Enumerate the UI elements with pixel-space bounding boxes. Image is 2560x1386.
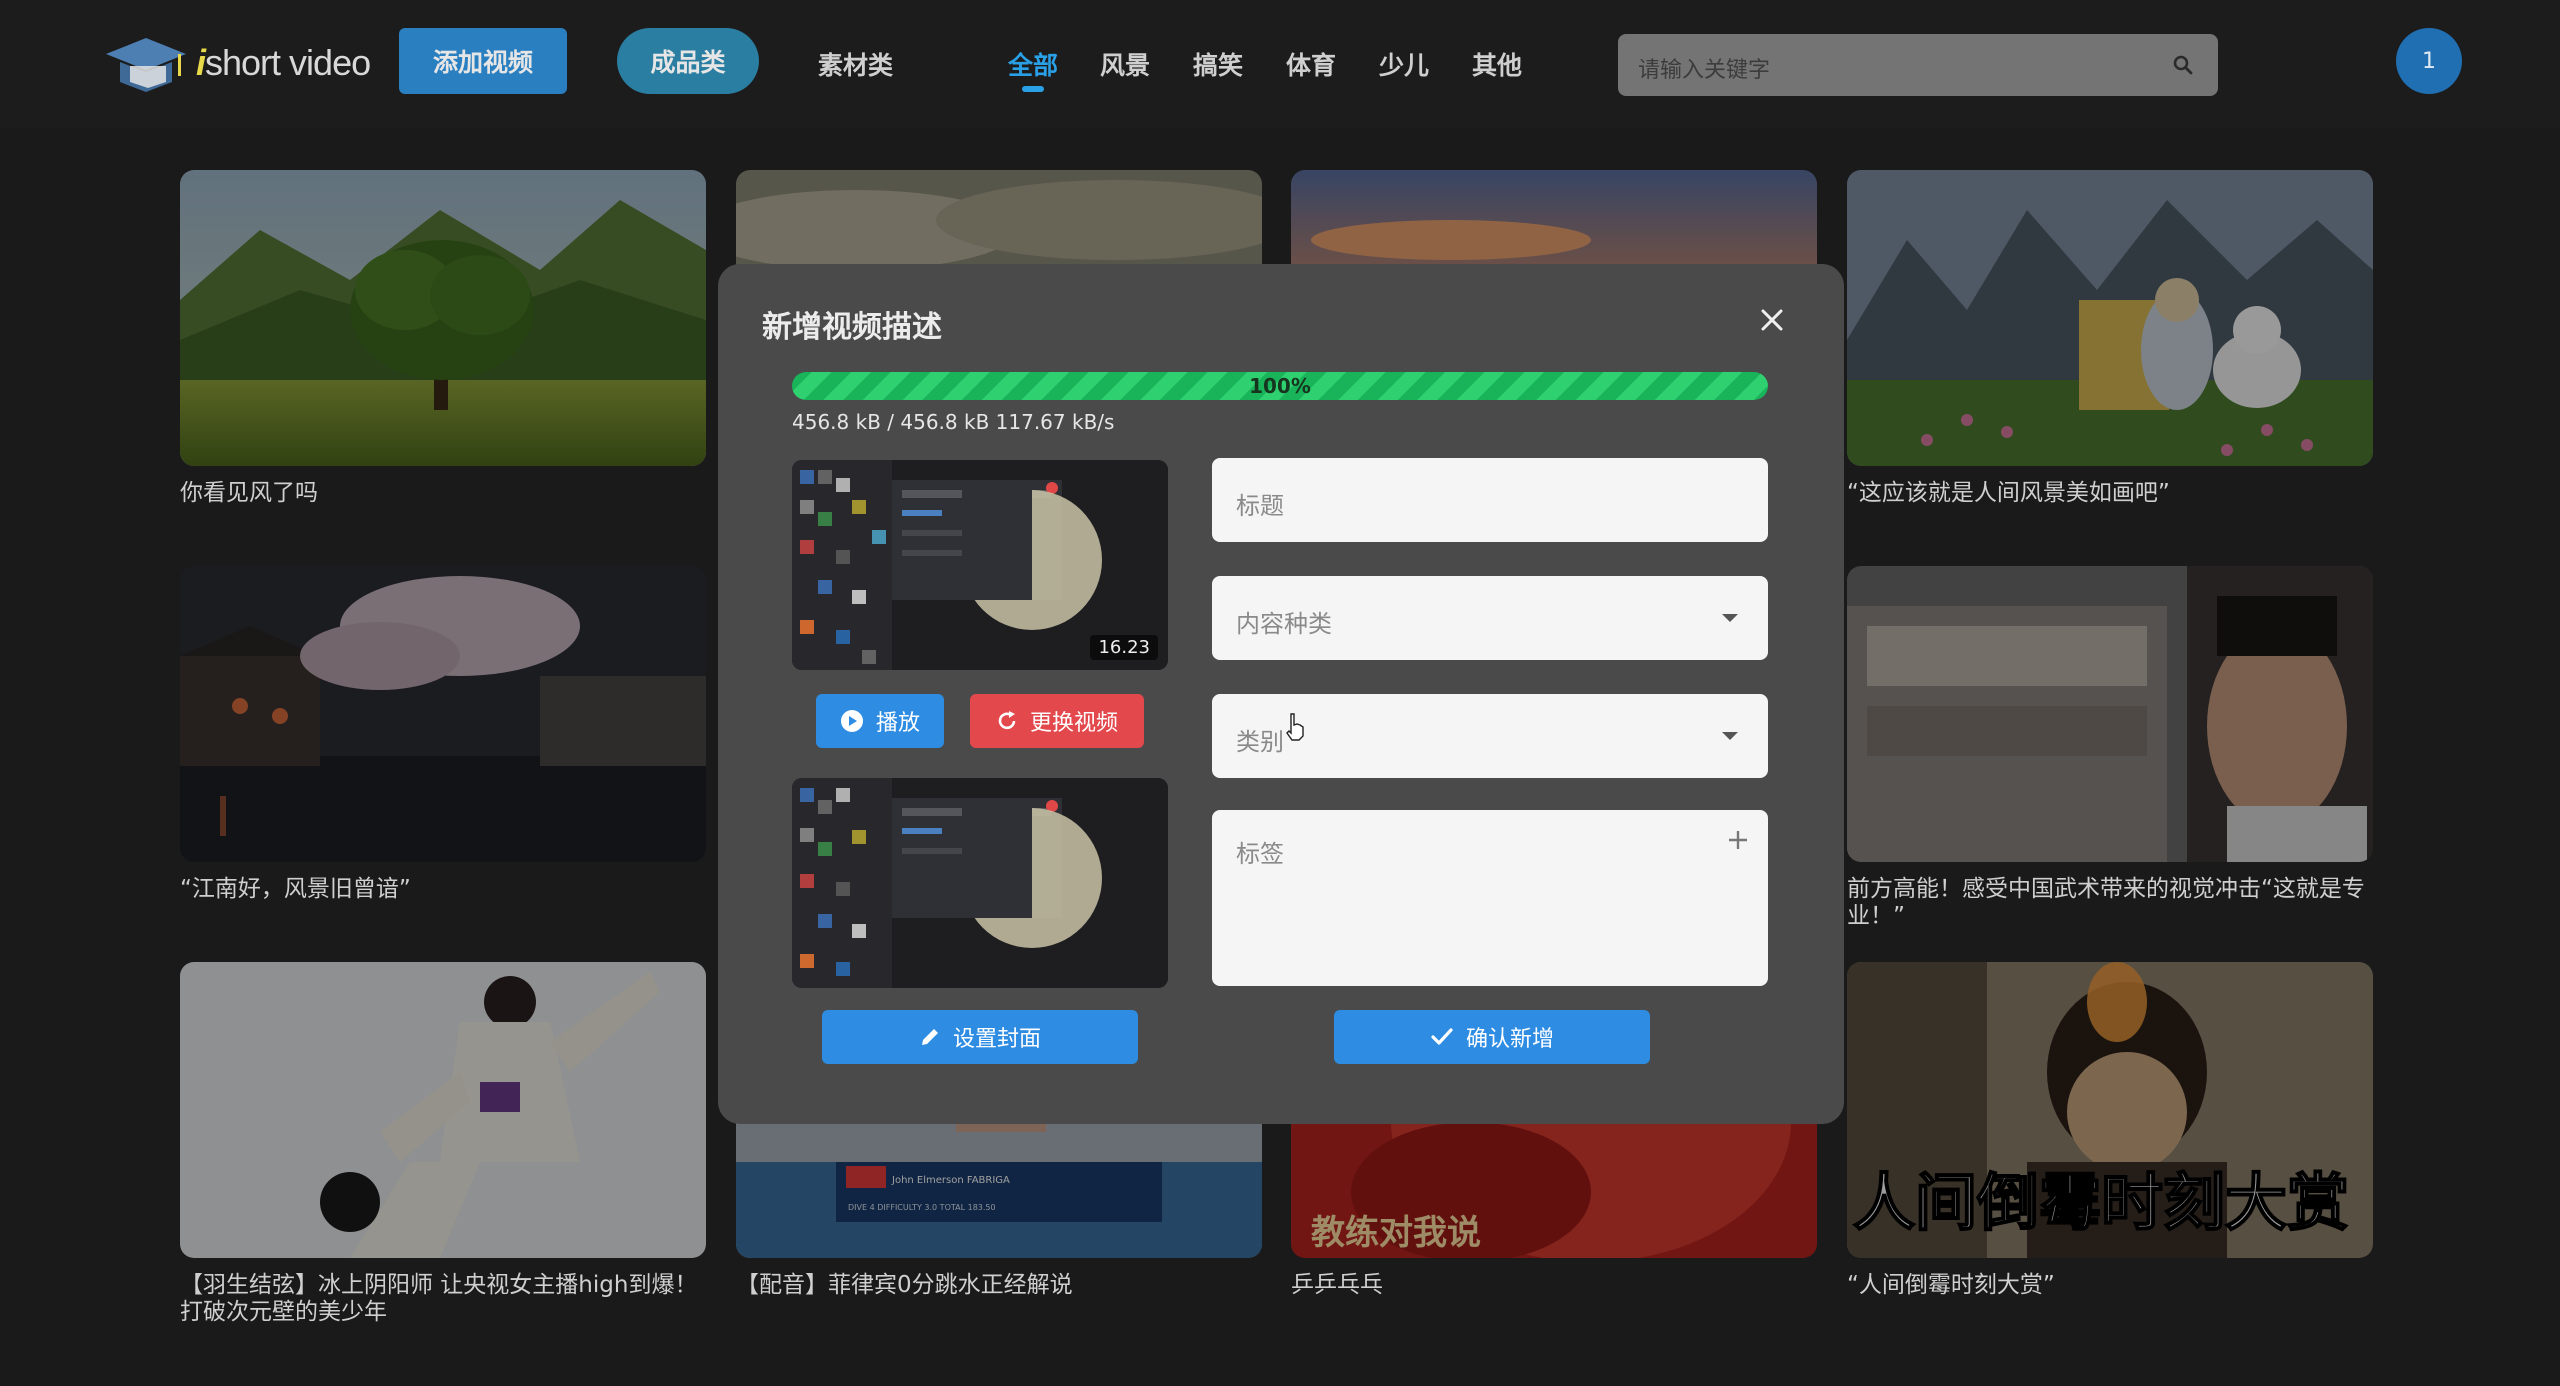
- logo[interactable]: ishort video: [100, 30, 371, 96]
- tags-placeholder: 标签: [1236, 840, 1284, 868]
- play-icon: [840, 710, 863, 732]
- search-placeholder: 请输入关键字: [1638, 58, 1771, 83]
- graduation-cap-icon: [106, 38, 186, 92]
- finished-category-button[interactable]: 成品类: [617, 28, 759, 94]
- upload-progress-info: 456.8 kB / 456.8 kB 117.67 kB/s: [792, 410, 1115, 434]
- check-icon: [1431, 1028, 1453, 1045]
- video-preview[interactable]: 16.23: [792, 460, 1168, 670]
- video-caption: “这应该就是人间风景美如画吧”: [1847, 480, 2170, 506]
- video-caption: 乒乒乓乓: [1291, 1272, 1383, 1298]
- set-cover-button[interactable]: 设置封面: [822, 1010, 1138, 1064]
- add-video-button[interactable]: 添加视频: [399, 28, 567, 94]
- video-card[interactable]: 人间倒霉时刻大赏 “人间倒霉时刻大赏”: [1847, 962, 2373, 1299]
- video-caption: “人间倒霉时刻大赏”: [1847, 1272, 2055, 1298]
- video-caption: 【羽生结弦】冰上阴阳师 让央视女主播high到爆！打破次元壁的美少年: [180, 1272, 698, 1325]
- video-caption: 【配音】菲律宾0分跳水正经解说: [736, 1272, 1073, 1298]
- search-input[interactable]: 请输入关键字: [1618, 34, 2218, 96]
- video-card[interactable]: 你看见风了吗: [180, 170, 706, 507]
- play-button-label: 播放: [875, 711, 920, 736]
- video-card[interactable]: “江南好，风景旧曾谙”: [180, 566, 706, 903]
- thumb-overlay-text: 人间倒霉时刻大赏: [1853, 1166, 2349, 1239]
- video-card[interactable]: 前方高能！感受中国武术带来的视觉冲击“这就是专业！”: [1847, 566, 2373, 930]
- pencil-icon: [921, 1029, 938, 1045]
- video-thumbnail[interactable]: [180, 566, 706, 862]
- hand-cursor-icon: [1286, 713, 1304, 741]
- thumb-overlay-text: 教练对我说: [1311, 1213, 1481, 1253]
- title-placeholder: 标题: [1236, 492, 1284, 520]
- video-card[interactable]: 【羽生结弦】冰上阴阳师 让央视女主播high到爆！打破次元壁的美少年: [180, 962, 706, 1326]
- cover-preview[interactable]: [792, 778, 1168, 988]
- set-cover-label: 设置封面: [952, 1027, 1041, 1052]
- plus-icon[interactable]: [1726, 828, 1750, 852]
- video-duration: 16.23: [1090, 635, 1158, 660]
- chevron-down-icon: [1722, 732, 1738, 740]
- video-thumbnail[interactable]: 人间倒霉时刻大赏: [1847, 962, 2373, 1258]
- nav-category-sports[interactable]: 体育: [1286, 46, 1336, 82]
- material-category-link[interactable]: 素材类: [818, 46, 893, 82]
- close-icon[interactable]: [1758, 306, 1786, 334]
- video-thumbnail[interactable]: [1847, 170, 2373, 466]
- top-bar: ishort video 添加视频 成品类 素材类 全部 风景 搞笑 体育 少儿…: [0, 0, 2560, 128]
- nav-category-all[interactable]: 全部: [1008, 46, 1058, 82]
- nav-category-funny[interactable]: 搞笑: [1193, 46, 1243, 82]
- search-icon[interactable]: [2172, 54, 2194, 76]
- logo-text: ishort video: [196, 42, 371, 83]
- content-type-placeholder: 内容种类: [1236, 610, 1332, 638]
- dive-score-bar: DIVE 4 DIFFICULTY 3.0 TOTAL 183.50: [848, 1203, 996, 1212]
- video-caption: “江南好，风景旧曾谙”: [180, 876, 411, 902]
- content-type-select[interactable]: 内容种类: [1212, 576, 1768, 660]
- dive-athlete-name: John Elmerson FABRIGA: [891, 1175, 1010, 1186]
- video-caption: 你看见风了吗: [180, 480, 318, 506]
- upload-progress-label: 100%: [1249, 374, 1311, 398]
- active-nav-indicator: [1022, 86, 1044, 92]
- refresh-icon: [998, 711, 1016, 730]
- category-placeholder: 类别: [1236, 728, 1284, 756]
- upload-progress-bar: 100%: [792, 372, 1768, 400]
- play-button[interactable]: 播放: [816, 694, 944, 748]
- video-thumbnail[interactable]: [180, 962, 706, 1258]
- confirm-add-button[interactable]: 确认新增: [1334, 1010, 1650, 1064]
- nav-category-kids[interactable]: 少儿: [1379, 46, 1429, 82]
- nav-category-scenery[interactable]: 风景: [1100, 46, 1150, 82]
- video-thumbnail[interactable]: [180, 170, 706, 466]
- video-caption: 前方高能！感受中国武术带来的视觉冲击“这就是专业！”: [1847, 876, 2365, 929]
- replace-video-label: 更换视频: [1029, 711, 1118, 736]
- video-card[interactable]: “这应该就是人间风景美如画吧”: [1847, 170, 2373, 507]
- title-input[interactable]: 标题: [1212, 458, 1768, 542]
- nav-category-other[interactable]: 其他: [1472, 46, 1522, 82]
- user-avatar[interactable]: 1: [2396, 28, 2462, 94]
- confirm-add-label: 确认新增: [1465, 1027, 1554, 1052]
- add-video-dialog: 新增视频描述 100% 456.8 kB / 456.8 kB 117.67 k…: [718, 264, 1844, 1124]
- video-thumbnail[interactable]: [1847, 566, 2373, 862]
- replace-video-button[interactable]: 更换视频: [970, 694, 1144, 748]
- dialog-title: 新增视频描述: [762, 310, 942, 345]
- chevron-down-icon: [1722, 614, 1738, 622]
- tags-input[interactable]: 标签: [1212, 810, 1768, 986]
